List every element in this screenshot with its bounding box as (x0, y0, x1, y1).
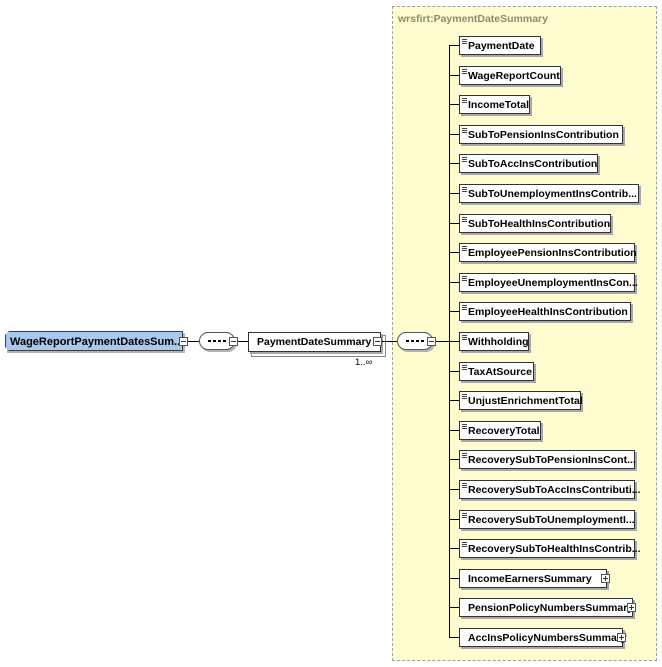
schema-element-payment-date[interactable]: PaymentDate (459, 36, 541, 55)
cardinality-label: 1..∞ (355, 357, 373, 368)
expand-toggle-icon[interactable] (617, 633, 626, 642)
connector-line (449, 45, 459, 46)
element-label: RecoverySubToUnemploymentI... (468, 513, 635, 526)
simple-element-icon (462, 216, 467, 222)
schema-element-employee-unemployment-ins-con[interactable]: EmployeeUnemploymentInsCon... (459, 272, 638, 292)
schema-element-sub-to-health-ins-contribution[interactable]: SubToHealthInsContribution (459, 213, 611, 233)
schema-element-recovery-sub-to-unemployment-i[interactable]: RecoverySubToUnemploymentI... (459, 509, 635, 529)
connector-line (449, 133, 459, 135)
schema-element-recovery-sub-to-pension-ins-cont[interactable]: RecoverySubToPensionInsCont... (459, 450, 636, 470)
connector-line (449, 222, 459, 224)
collapse-toggle-sequence[interactable] (229, 337, 238, 346)
schema-element-acc-ins-policy-numbers-summary[interactable]: AccInsPolicyNumbersSummary (459, 628, 627, 647)
schema-element-sub-to-unemployment-ins-contrib[interactable]: SubToUnemploymentInsContrib... (459, 184, 639, 203)
element-label: PaymentDate (468, 40, 535, 52)
schema-element-income-total[interactable]: IncomeTotal (459, 95, 530, 115)
element-label: EmployeePensionInsContribution (468, 247, 637, 260)
connector-line (382, 341, 397, 342)
element-label: TaxAtSource (468, 365, 532, 378)
element-label: Withholding (468, 336, 529, 348)
schema-element-employee-health-ins-contribution[interactable]: EmployeeHealthInsContribution (459, 302, 631, 322)
connector-line (436, 341, 449, 342)
simple-element-icon (462, 98, 467, 104)
expand-toggle-icon[interactable] (601, 573, 610, 583)
connector-line (449, 74, 459, 76)
schema-element-pension-policy-numbers-summary[interactable]: PensionPolicyNumbersSummary (459, 598, 634, 618)
element-label: EmployeeUnemploymentInsCon... (468, 276, 638, 289)
simple-element-icon (462, 157, 467, 163)
element-label: SubToAccInsContribution (468, 158, 598, 171)
connector-line (449, 370, 459, 372)
schema-element-sub-to-acc-ins-contribution[interactable]: SubToAccInsContribution (459, 154, 598, 174)
collapse-toggle-payment-date-summary[interactable] (373, 337, 382, 346)
simple-element-icon (462, 483, 467, 488)
schema-element-sub-to-pension-ins-contribution[interactable]: SubToPensionInsContribution (459, 124, 623, 144)
schema-element-employee-pension-ins-contribution[interactable]: EmployeePensionInsContribution (459, 243, 637, 263)
connector-line (449, 341, 459, 342)
simple-element-icon (462, 246, 467, 252)
element-label: SubToHealthInsContribution (468, 217, 611, 230)
connector-line (449, 548, 459, 550)
schema-element-wage-report-count[interactable]: WageReportCount (459, 65, 561, 85)
schema-element-recovery-sub-to-acc-ins-contributi[interactable]: RecoverySubToAccInsContributi... (459, 480, 641, 499)
schema-element-income-earners-summary[interactable]: IncomeEarnersSummary (459, 568, 607, 588)
element-label: UnjustEnrichmentTotal (468, 395, 583, 408)
root-node[interactable]: WageReportPaymentDatesSum... (5, 331, 183, 351)
element-label: RecoverySubToHealthInsContrib... (468, 543, 641, 556)
group-title: wrsfirt:PaymentDateSummary (398, 13, 548, 25)
connector-line (449, 637, 459, 638)
schema-element-tax-at-source[interactable]: TaxAtSource (459, 361, 534, 381)
simple-element-icon (462, 335, 467, 340)
connector-line (449, 400, 459, 402)
simple-element-icon (462, 453, 467, 459)
element-label: EmployeeHealthInsContribution (468, 306, 628, 319)
element-label: RecoverySubToAccInsContributi... (468, 484, 641, 496)
element-label: IncomeEarnersSummary (468, 572, 592, 585)
element-label: RecoverySubToPensionInsCont... (468, 454, 636, 467)
connector-line (449, 193, 459, 194)
expand-toggle-icon[interactable] (627, 603, 636, 613)
payment-date-summary-node[interactable]: PaymentDateSummary (248, 332, 381, 352)
schema-element-recovery-total[interactable]: RecoveryTotal (459, 420, 541, 440)
simple-element-icon (462, 127, 467, 133)
simple-element-icon (462, 423, 467, 429)
simple-element-icon (462, 275, 467, 281)
element-label: SubToPensionInsContribution (468, 128, 619, 141)
connector-line (449, 281, 459, 283)
element-label: AccInsPolicyNumbersSummary (468, 632, 627, 644)
connector-line (449, 607, 459, 609)
connector-line (449, 429, 459, 431)
collapse-toggle-root[interactable] (179, 337, 188, 346)
schema-element-unjust-enrichment-total[interactable]: UnjustEnrichmentTotal (459, 391, 583, 411)
connector-line (449, 104, 459, 106)
element-label: SubToUnemploymentInsContrib... (468, 188, 637, 200)
simple-element-icon (462, 305, 467, 311)
simple-element-icon (462, 394, 467, 400)
connector-line (449, 459, 459, 461)
simple-element-icon (462, 364, 467, 370)
element-label: PensionPolicyNumbersSummary (468, 602, 634, 615)
schema-element-withholding[interactable]: Withholding (459, 332, 529, 351)
simple-element-icon (462, 68, 467, 74)
connector-line (449, 489, 459, 490)
simple-element-icon (462, 39, 467, 44)
collapse-toggle-sequence-2[interactable] (427, 337, 436, 346)
element-label: RecoveryTotal (468, 424, 540, 437)
connector-line (188, 341, 199, 342)
element-label: IncomeTotal (468, 99, 530, 112)
connector-line (449, 518, 459, 520)
simple-element-icon (462, 187, 467, 192)
simple-element-icon (462, 542, 467, 548)
connector-line (449, 311, 459, 313)
simple-element-icon (462, 512, 467, 518)
element-label: WageReportCount (468, 69, 560, 82)
connector-line (238, 341, 248, 342)
connector-line (449, 577, 459, 579)
connector-line (449, 252, 459, 254)
connector-line (449, 163, 459, 165)
schema-element-recovery-sub-to-health-ins-contrib[interactable]: RecoverySubToHealthInsContrib... (459, 539, 641, 559)
